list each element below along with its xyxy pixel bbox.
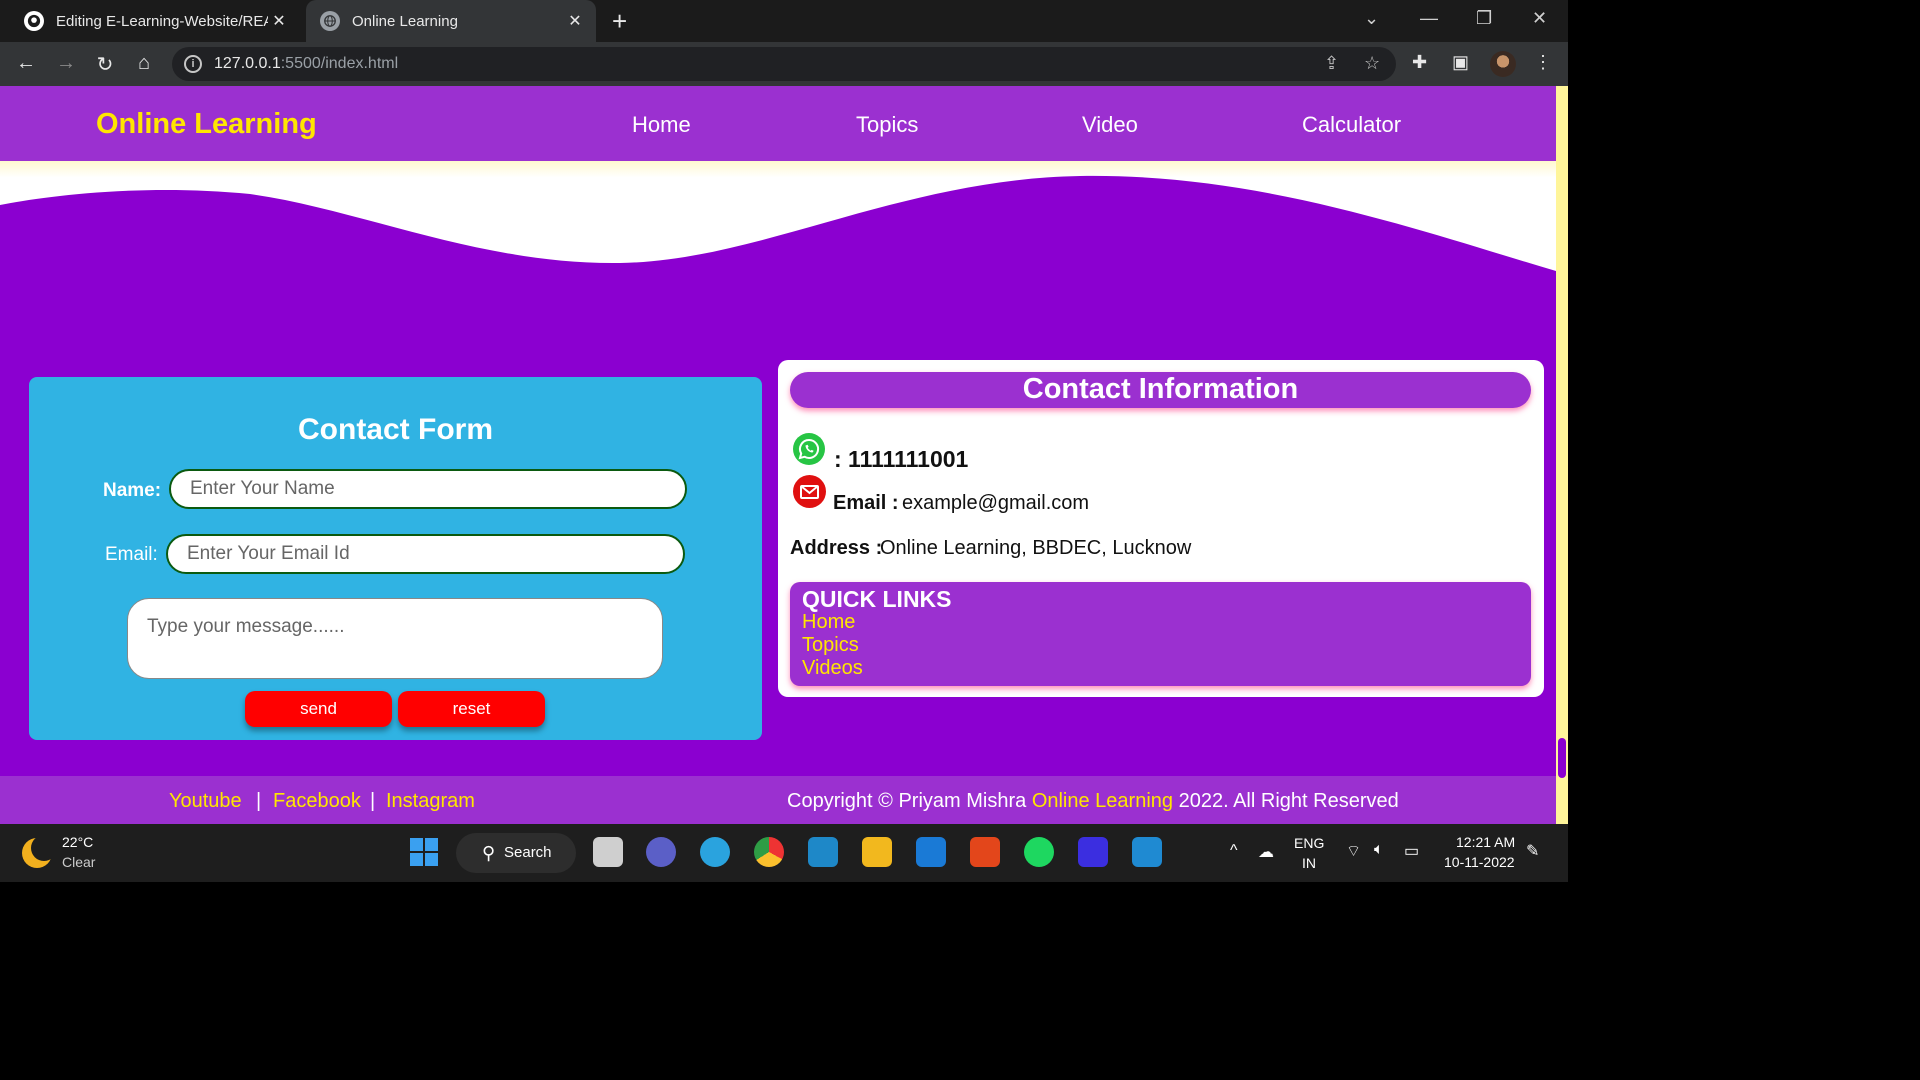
page-scrollbar[interactable] [1556, 86, 1568, 824]
onedrive-cloud-icon[interactable]: ☁ [1258, 842, 1274, 862]
close-tab-icon[interactable]: ✕ [564, 11, 586, 31]
quick-link-home[interactable]: Home [802, 611, 855, 634]
send-button[interactable]: send [245, 691, 392, 727]
address-bar[interactable]: i 127.0.0.1:5500/index.html ⇪ ☆ [172, 47, 1396, 81]
wifi-icon[interactable]: ⌔ [1346, 841, 1361, 861]
footer-link-facebook[interactable]: Facebook [273, 790, 361, 813]
telegram-icon[interactable] [700, 837, 730, 867]
message-textarea[interactable]: Type your message...... [127, 598, 663, 679]
spotify-icon[interactable] [1024, 837, 1054, 867]
close-window-icon[interactable]: ✕ [1532, 8, 1547, 29]
contact-info-panel: Contact Information : 1111111001 Email :… [778, 360, 1544, 697]
footer-copyright: Copyright © Priyam Mishra Online Learnin… [787, 790, 1399, 812]
battery-icon[interactable]: ▭ [1404, 841, 1419, 861]
share-icon[interactable]: ⇪ [1324, 53, 1339, 74]
chrome-icon[interactable] [754, 837, 784, 867]
search-icon: ⚲ [482, 843, 496, 863]
teams-chat-icon[interactable] [646, 837, 676, 867]
tab-search-chevron-icon[interactable]: ⌄ [1364, 8, 1379, 29]
show-hidden-icons-chevron[interactable]: ^ [1230, 842, 1238, 860]
home-icon[interactable]: ⌂ [132, 52, 156, 75]
quick-links-title: QUICK LINKS [802, 586, 952, 612]
scrollbar-thumb[interactable] [1558, 738, 1566, 778]
site-logo[interactable]: Online Learning [96, 108, 317, 141]
vscode-icon[interactable] [1132, 837, 1162, 867]
name-label: Name: [103, 480, 162, 501]
quick-link-videos[interactable]: Videos [802, 657, 863, 680]
volume-icon[interactable]: 🔈︎ [1374, 841, 1384, 859]
footer-link-instagram[interactable]: Instagram [386, 790, 475, 813]
phone-number: : 1111111001 [834, 446, 969, 472]
email-label: Email: [105, 544, 158, 565]
email-value[interactable]: example@gmail.com [902, 492, 1089, 515]
desktop-monitor-icon[interactable] [808, 837, 838, 867]
mail-icon [793, 475, 826, 508]
footer-link-youtube[interactable]: Youtube [169, 790, 242, 813]
github-icon [24, 11, 44, 31]
email-input[interactable]: Enter Your Email Id [166, 534, 685, 574]
whatsapp-icon [793, 433, 825, 465]
extensions-puzzle-icon[interactable]: ✚ [1412, 52, 1427, 73]
browser-tab-strip: Editing E-Learning-Website/README ✕ Onli… [0, 0, 1568, 42]
address-label: Address : [790, 537, 883, 559]
task-view-icon[interactable] [593, 837, 623, 867]
nav-calculator[interactable]: Calculator [1302, 112, 1401, 138]
site-info-icon[interactable]: i [184, 55, 202, 73]
nav-home[interactable]: Home [632, 112, 691, 138]
page-viewport: Online Learning Home Topics Video Calcul… [0, 86, 1556, 824]
profile-avatar[interactable] [1490, 51, 1516, 77]
quick-link-topics[interactable]: Topics [802, 634, 859, 657]
globe-icon [320, 11, 340, 31]
back-icon[interactable]: ← [14, 52, 38, 75]
language-top[interactable]: ENG [1294, 835, 1324, 851]
windows-start-icon[interactable] [409, 837, 439, 867]
footer-separator: | [370, 790, 376, 812]
clock-date[interactable]: 10-11-2022 [1444, 854, 1515, 870]
weather-temperature[interactable]: 22°C [62, 834, 93, 850]
contact-info-title: Contact Information [790, 372, 1531, 408]
nav-video[interactable]: Video [1082, 112, 1138, 138]
moon-weather-icon [22, 835, 57, 868]
close-tab-icon[interactable]: ✕ [268, 11, 290, 31]
contact-form-title: Contact Form [298, 413, 493, 446]
windows-taskbar: 22°C Clear ⚲ Search ^ ☁ ENG IN ⌔ 🔈︎ ▭ 12:… [0, 824, 1568, 882]
restore-icon[interactable]: ❐ [1476, 8, 1492, 29]
reset-button[interactable]: reset [398, 691, 545, 727]
side-panel-icon[interactable]: ▣ [1452, 52, 1469, 73]
nav-topics[interactable]: Topics [856, 112, 918, 138]
office-icon[interactable] [970, 837, 1000, 867]
hero-wave [0, 161, 1556, 361]
tab-online-learning[interactable]: Online Learning ✕ [306, 0, 596, 42]
clock-time[interactable]: 12:21 AM [1456, 834, 1515, 850]
bookmark-star-icon[interactable]: ☆ [1364, 53, 1380, 74]
reload-icon[interactable]: ↻ [93, 52, 117, 77]
notification-icon[interactable]: ✎ [1526, 841, 1539, 861]
weather-condition[interactable]: Clear [62, 854, 95, 870]
quick-links-box: QUICK LINKS Home Topics Videos [790, 582, 1531, 686]
mail-app-icon[interactable] [916, 837, 946, 867]
tab-github-readme[interactable]: Editing E-Learning-Website/README ✕ [10, 0, 300, 42]
tab-title: Editing E-Learning-Website/README [56, 12, 268, 30]
name-input[interactable]: Enter Your Name [169, 469, 687, 509]
address-value: Online Learning, BBDEC, Lucknow [880, 537, 1192, 559]
menu-kebab-icon[interactable]: ⋮ [1534, 52, 1552, 73]
site-header: Online Learning Home Topics Video Calcul… [0, 86, 1556, 161]
forward-icon[interactable]: → [54, 52, 78, 75]
file-explorer-icon[interactable] [862, 837, 892, 867]
site-footer: Youtube | Facebook | Instagram Copyright… [0, 776, 1556, 824]
contact-form: Contact Form Name: Enter Your Name Email… [29, 377, 762, 740]
browser-toolbar: ← → ↻ ⌂ i 127.0.0.1:5500/index.html ⇪ ☆ … [0, 42, 1568, 86]
new-tab-icon[interactable]: + [612, 6, 627, 37]
intellij-icon[interactable] [1078, 837, 1108, 867]
minimize-icon[interactable]: — [1420, 8, 1438, 29]
taskbar-search[interactable]: ⚲ Search [456, 833, 576, 873]
tab-title: Online Learning [352, 12, 458, 30]
language-bottom[interactable]: IN [1302, 855, 1316, 871]
footer-separator: | [256, 790, 262, 812]
email-label: Email : [833, 492, 899, 514]
url-text: 127.0.0.1:5500/index.html [214, 55, 399, 72]
